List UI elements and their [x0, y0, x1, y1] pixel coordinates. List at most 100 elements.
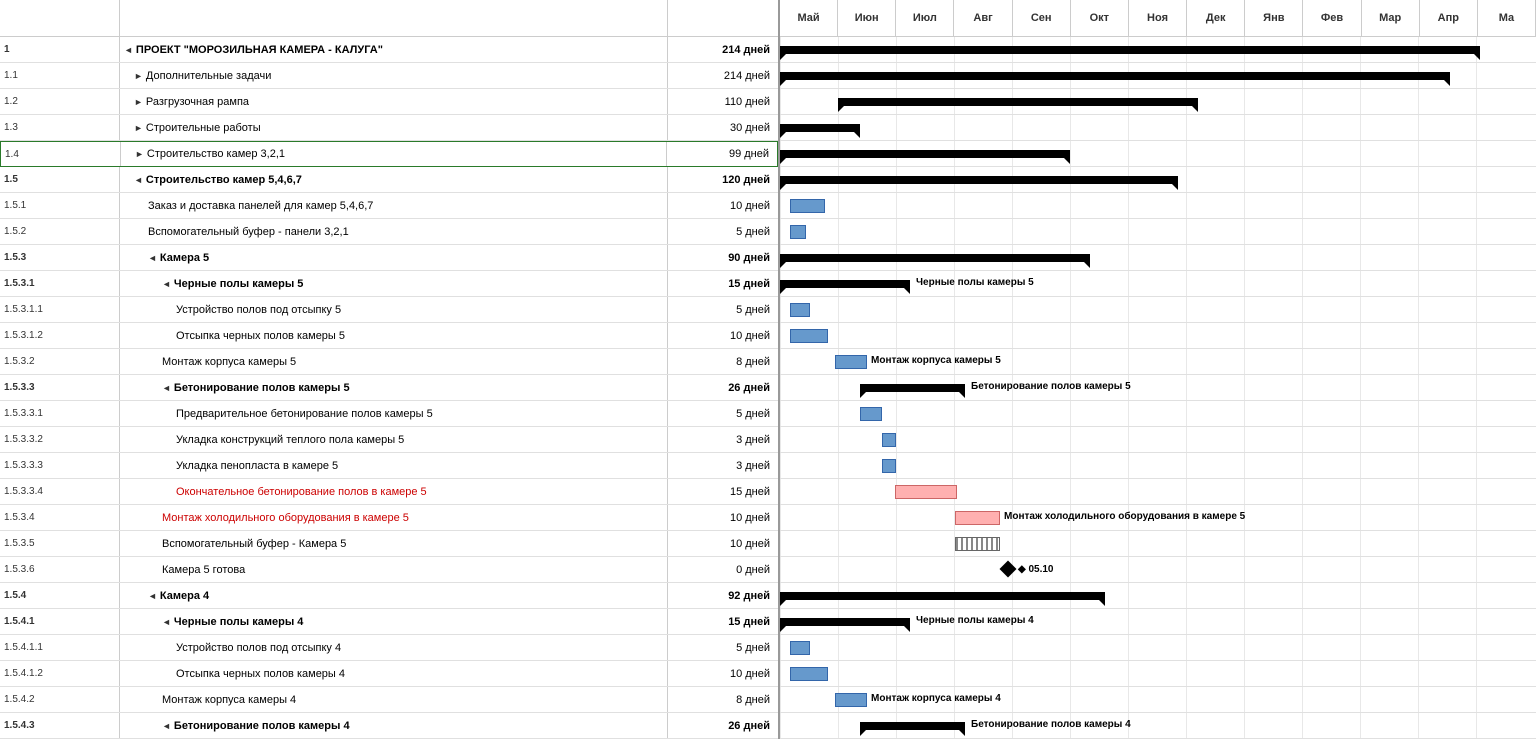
gantt-task-bar[interactable] [955, 537, 1000, 551]
gantt-task-bar[interactable] [790, 225, 806, 239]
cell-task[interactable]: ◄Камера 4 [120, 583, 668, 608]
gantt-task-bar[interactable] [790, 199, 825, 213]
table-row[interactable]: 1.5.4.1.1Устройство полов под отсыпку 45… [0, 635, 778, 661]
gantt-summary-bar [780, 280, 910, 288]
gantt-row [780, 115, 1536, 141]
cell-sdr: 1.5.4 [0, 583, 120, 608]
cell-sdr: 1.5.3.4 [0, 505, 120, 530]
table-row[interactable]: 1.5.3◄Камера 590 дней [0, 245, 778, 271]
cell-task[interactable]: Монтаж холодильного оборудования в камер… [120, 505, 668, 530]
cell-duration: 10 дней [668, 193, 778, 218]
gantt-summary-bar [838, 98, 1198, 106]
cell-task[interactable]: ◄Строительство камер 5,4,6,7 [120, 167, 668, 192]
gantt-month-cell: Авг [954, 0, 1012, 36]
table-row[interactable]: 1.5.4.1◄Черные полы камеры 415 дней [0, 609, 778, 635]
table-row[interactable]: 1.5.3.1.1Устройство полов под отсыпку 55… [0, 297, 778, 323]
expand-icon[interactable]: ► [134, 97, 143, 107]
expand-icon[interactable]: ◄ [134, 175, 143, 185]
expand-icon[interactable]: ► [134, 123, 143, 133]
table-row[interactable]: 1.5.3.3.4Окончательное бетонирование пол… [0, 479, 778, 505]
expand-icon[interactable]: ► [134, 71, 143, 81]
table-row[interactable]: 1.5.2Вспомогательный буфер - панели 3,2,… [0, 219, 778, 245]
table-row[interactable]: 1.5.4.2Монтаж корпуса камеры 48 дней [0, 687, 778, 713]
table-row[interactable]: 1.5.3.2Монтаж корпуса камеры 58 дней [0, 349, 778, 375]
expand-icon[interactable]: ◄ [162, 383, 171, 393]
cell-task[interactable]: Предварительное бетонирование полов каме… [120, 401, 668, 426]
cell-task[interactable]: ►Строительство камер 3,2,1 [121, 142, 667, 166]
cell-task[interactable]: Устройство полов под отсыпку 5 [120, 297, 668, 322]
table-row[interactable]: 1.3►Строительные работы30 дней [0, 115, 778, 141]
cell-task[interactable]: ◄Камера 5 [120, 245, 668, 270]
gantt-task-bar[interactable] [955, 511, 1000, 525]
cell-task[interactable]: ◄Черные полы камеры 5 [120, 271, 668, 296]
gantt-row: ◆ 05.10 [780, 557, 1536, 583]
expand-icon[interactable]: ◄ [162, 279, 171, 289]
table-row[interactable]: 1.5.3.3.1Предварительное бетонирование п… [0, 401, 778, 427]
cell-task[interactable]: ◄ПРОЕКТ "МОРОЗИЛЬНАЯ КАМЕРА - КАЛУГА" [120, 37, 668, 62]
cell-task[interactable]: ►Строительные работы [120, 115, 668, 140]
cell-task[interactable]: Монтаж корпуса камеры 5 [120, 349, 668, 374]
table-row[interactable]: 1.5.3.6Камера 5 готова0 дней [0, 557, 778, 583]
table-row[interactable]: 1.5.3.5Вспомогательный буфер - Камера 51… [0, 531, 778, 557]
gantt-task-bar[interactable] [790, 641, 810, 655]
cell-task[interactable]: Камера 5 готова [120, 557, 668, 582]
expand-icon[interactable]: ► [135, 149, 144, 159]
cell-task[interactable]: Укладка пенопласта в камере 5 [120, 453, 668, 478]
gantt-task-bar[interactable] [835, 355, 867, 369]
task-name-text: Строительство камер 5,4,6,7 [146, 174, 302, 186]
cell-task[interactable]: Вспомогательный буфер - Камера 5 [120, 531, 668, 556]
cell-task[interactable]: Отсыпка черных полов камеры 5 [120, 323, 668, 348]
table-row[interactable]: 1.5.3.3.3Укладка пенопласта в камере 53 … [0, 453, 778, 479]
gantt-task-bar[interactable] [882, 459, 896, 473]
cell-task[interactable]: Отсыпка черных полов камеры 4 [120, 661, 668, 686]
cell-task[interactable]: Монтаж корпуса камеры 4 [120, 687, 668, 712]
cell-task[interactable]: ◄Бетонирование полов камеры 5 [120, 375, 668, 400]
cell-task[interactable]: Устройство полов под отсыпку 4 [120, 635, 668, 660]
gantt-row [780, 661, 1536, 687]
cell-task[interactable]: ►Разгрузочная рампа [120, 89, 668, 114]
table-row[interactable]: 1.5.4◄Камера 492 дней [0, 583, 778, 609]
table-row[interactable]: 1.4►Строительство камер 3,2,199 дней [0, 141, 778, 167]
expand-icon[interactable]: ◄ [124, 45, 133, 55]
cell-task[interactable]: ►Дополнительные задачи [120, 63, 668, 88]
table-row[interactable]: 1.5.3.1◄Черные полы камеры 515 дней [0, 271, 778, 297]
cell-task[interactable]: ◄Черные полы камеры 4 [120, 609, 668, 634]
expand-icon[interactable]: ◄ [148, 253, 157, 263]
table-row[interactable]: 1◄ПРОЕКТ "МОРОЗИЛЬНАЯ КАМЕРА - КАЛУГА"21… [0, 37, 778, 63]
table-row[interactable]: 1.5.4.3◄Бетонирование полов камеры 426 д… [0, 713, 778, 739]
cell-duration: 15 дней [668, 479, 778, 504]
expand-icon[interactable]: ◄ [162, 617, 171, 627]
col-header-sdr[interactable] [0, 0, 120, 36]
gantt-task-bar[interactable] [790, 667, 828, 681]
gantt-task-bar[interactable] [790, 303, 810, 317]
table-row[interactable]: 1.5◄Строительство камер 5,4,6,7120 дней [0, 167, 778, 193]
cell-task[interactable]: Окончательное бетонирование полов в каме… [120, 479, 668, 504]
table-row[interactable]: 1.5.3.3.2Укладка конструкций теплого пол… [0, 427, 778, 453]
col-header-task[interactable] [120, 0, 668, 36]
cell-duration: 92 дней [668, 583, 778, 608]
gantt-row [780, 89, 1536, 115]
table-row[interactable]: 1.5.3.3◄Бетонирование полов камеры 526 д… [0, 375, 778, 401]
expand-icon[interactable]: ◄ [162, 721, 171, 731]
cell-task[interactable]: Заказ и доставка панелей для камер 5,4,6… [120, 193, 668, 218]
table-row[interactable]: 1.5.1Заказ и доставка панелей для камер … [0, 193, 778, 219]
cell-duration: 99 дней [667, 142, 777, 166]
cell-duration: 120 дней [668, 167, 778, 192]
col-header-duration[interactable] [668, 0, 778, 36]
table-row[interactable]: 1.5.3.4Монтаж холодильного оборудования … [0, 505, 778, 531]
gantt-task-bar[interactable] [882, 433, 896, 447]
table-row[interactable]: 1.5.4.1.2Отсыпка черных полов камеры 410… [0, 661, 778, 687]
cell-task[interactable]: Укладка конструкций теплого пола камеры … [120, 427, 668, 452]
table-row[interactable]: 1.5.3.1.2Отсыпка черных полов камеры 510… [0, 323, 778, 349]
gantt-task-bar[interactable] [860, 407, 882, 421]
cell-task[interactable]: ◄Бетонирование полов камеры 4 [120, 713, 668, 738]
gantt-task-bar[interactable] [895, 485, 957, 499]
gantt-task-bar[interactable] [835, 693, 867, 707]
table-row[interactable]: 1.1►Дополнительные задачи214 дней [0, 63, 778, 89]
cell-sdr: 1.5.3.1.2 [0, 323, 120, 348]
gantt-task-bar[interactable] [790, 329, 828, 343]
expand-icon[interactable]: ◄ [148, 591, 157, 601]
gantt-summary-bar [780, 72, 1450, 80]
cell-task[interactable]: Вспомогательный буфер - панели 3,2,1 [120, 219, 668, 244]
table-row[interactable]: 1.2►Разгрузочная рампа110 дней [0, 89, 778, 115]
